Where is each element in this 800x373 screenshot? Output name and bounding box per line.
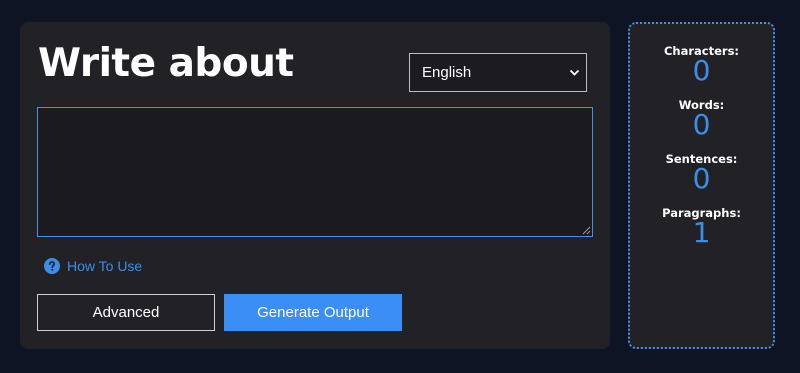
generate-output-button[interactable]: Generate Output bbox=[224, 294, 402, 331]
how-to-use-label: How To Use bbox=[67, 258, 143, 274]
stat-characters: Characters: 0 bbox=[630, 44, 773, 85]
stats-panel: Characters: 0 Words: 0 Sentences: 0 Para… bbox=[628, 22, 775, 349]
how-to-use-link[interactable]: How To Use bbox=[44, 258, 142, 274]
question-circle-icon bbox=[44, 258, 60, 274]
language-select-value: English bbox=[422, 64, 472, 81]
resize-grip-icon[interactable] bbox=[582, 226, 591, 235]
editor-panel: Write about English How To Use Advanced … bbox=[20, 22, 610, 349]
stat-sentences-value: 0 bbox=[692, 162, 711, 195]
text-input-area[interactable] bbox=[37, 107, 593, 237]
language-select[interactable]: English bbox=[409, 53, 587, 92]
advanced-button[interactable]: Advanced bbox=[37, 294, 215, 331]
stat-paragraphs-value: 1 bbox=[692, 216, 711, 249]
stat-words-value: 0 bbox=[692, 108, 711, 141]
stat-words: Words: 0 bbox=[630, 98, 773, 139]
page-title: Write about bbox=[38, 41, 294, 86]
stat-characters-value: 0 bbox=[692, 54, 711, 87]
stat-sentences: Sentences: 0 bbox=[630, 152, 773, 193]
chevron-down-icon bbox=[569, 69, 580, 76]
stat-paragraphs: Paragraphs: 1 bbox=[630, 206, 773, 247]
